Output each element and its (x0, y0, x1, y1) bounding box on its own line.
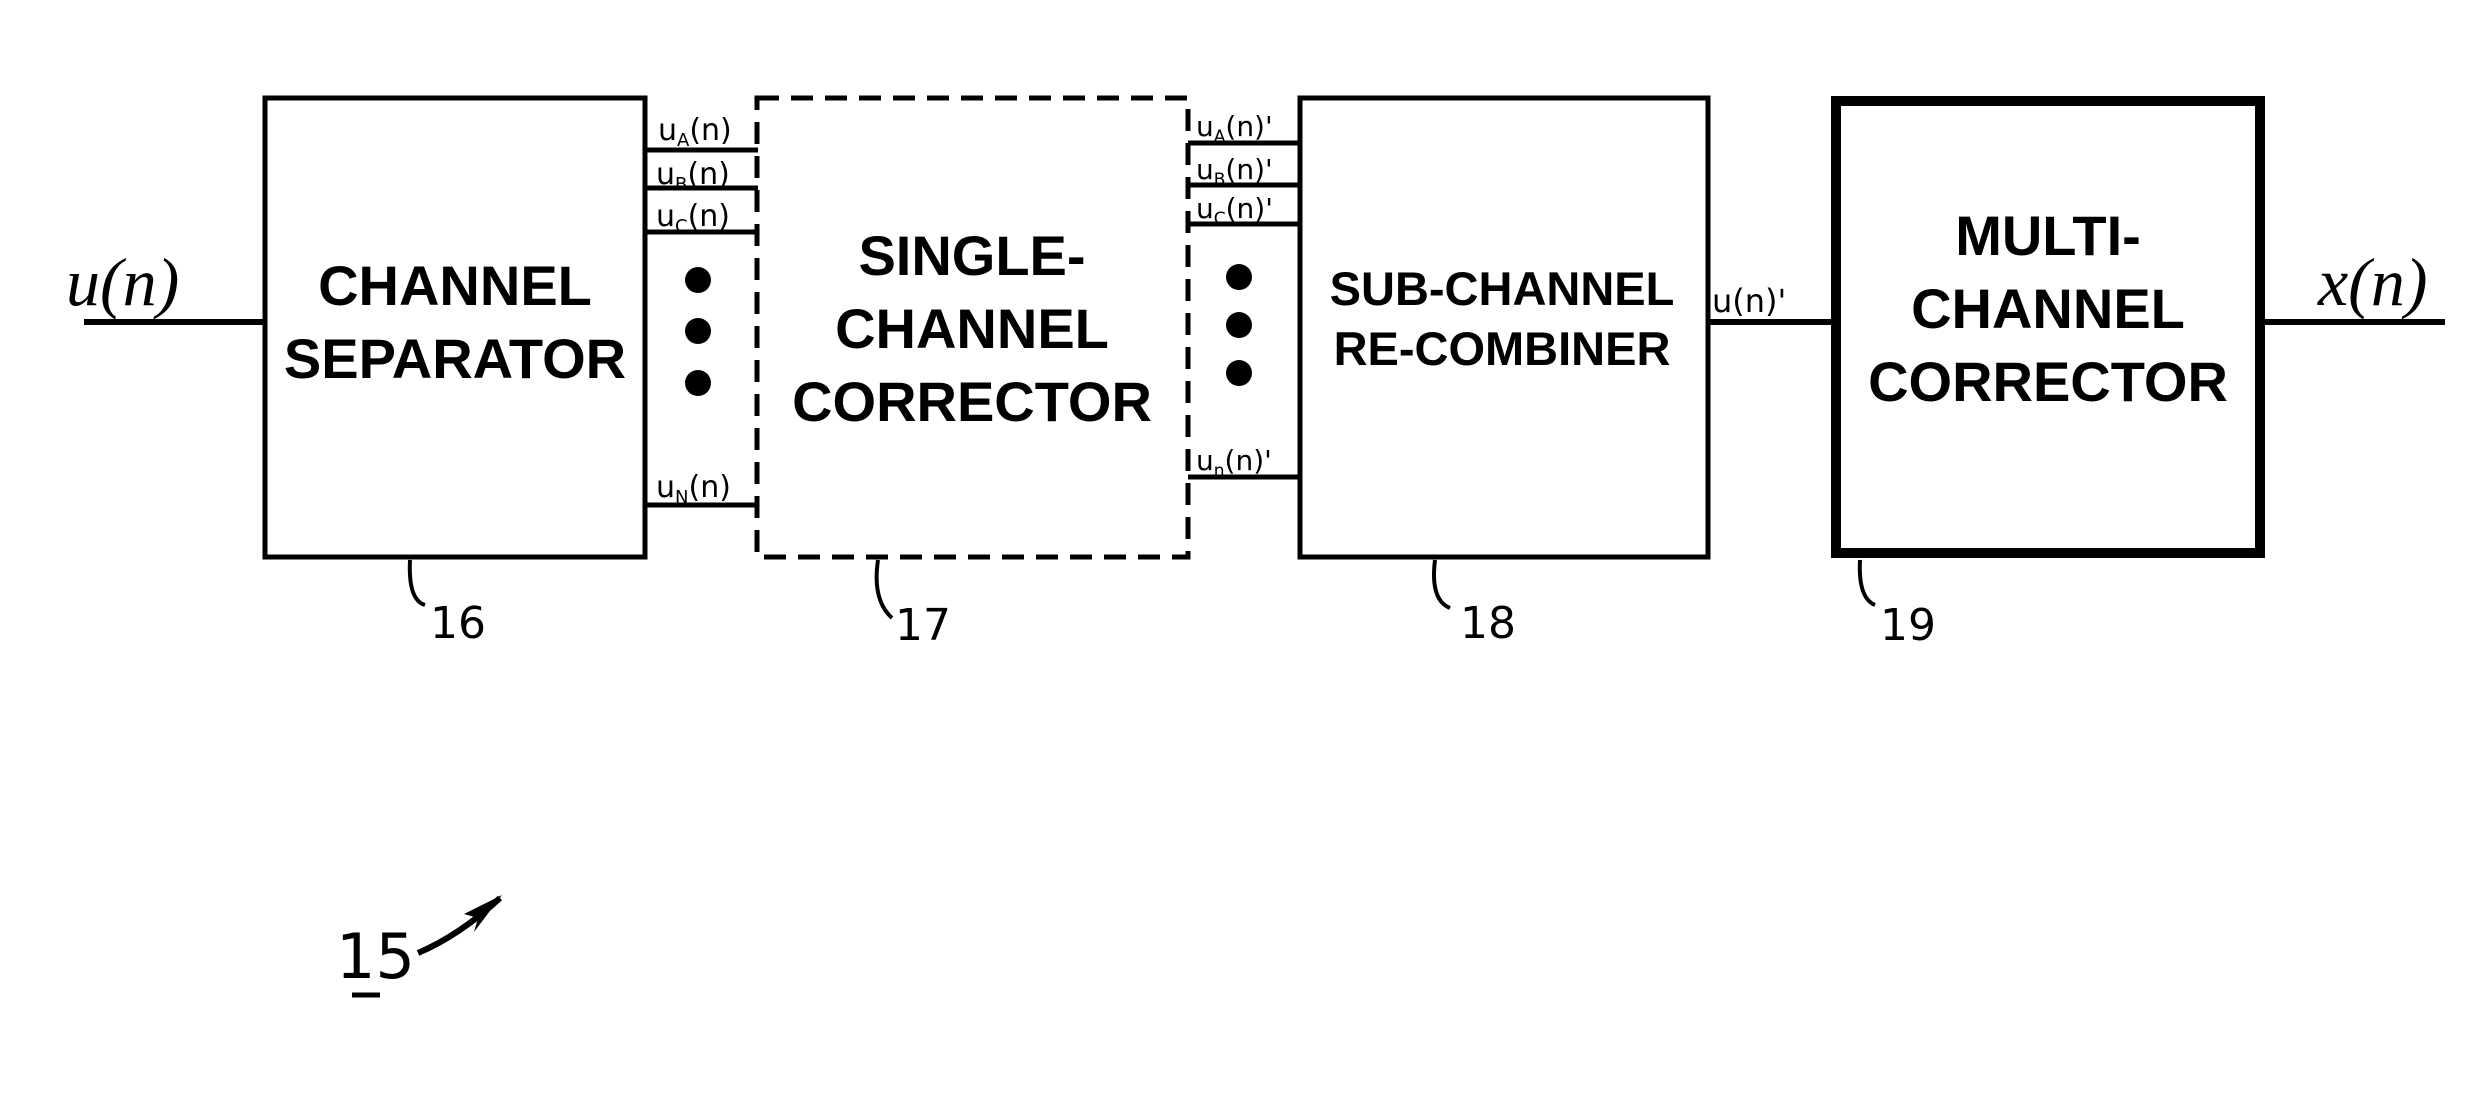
multi-channel-corrector-block: MULTI- CHANNEL CORRECTOR (1831, 96, 2265, 558)
ref-numeral-17: 17 (895, 600, 951, 651)
subchannel-label-n: uN(n) (656, 470, 731, 508)
subchannel-inputs: uA(n) uB(n) uC(n) uN(n) (645, 113, 758, 508)
multi-channel-corrector-line-2: CHANNEL (1911, 277, 2185, 340)
subchannel-outputs: uA(n)' uB(n)' uC(n)' un(n)' (1188, 110, 1300, 481)
subchannel-label-b: uB(n) (656, 157, 730, 195)
channel-separator-line-1: CHANNEL (318, 254, 592, 317)
channel-separator-block: CHANNEL SEPARATOR (262, 95, 648, 560)
ellipsis-dot (685, 370, 711, 396)
recombined-signal-label: u(n)' (1712, 282, 1786, 320)
input-signal-label: u(n) (66, 244, 179, 320)
ellipsis-dot (1226, 264, 1252, 290)
subchannel-out-label-b: uB(n)' (1196, 153, 1273, 190)
ellipsis-dot (685, 318, 711, 344)
subchannel-out-label-n: un(n)' (1196, 444, 1272, 481)
single-channel-corrector-block: SINGLE- CHANNEL CORRECTOR (754, 95, 1191, 560)
single-channel-corrector-line-3: CORRECTOR (792, 370, 1152, 433)
ref-numeral-18: 18 (1460, 598, 1516, 649)
recombiner-line-1: SUB-CHANNEL (1330, 262, 1675, 315)
multi-channel-corrector-line-3: CORRECTOR (1868, 350, 2228, 413)
ref-numeral-16: 16 (430, 598, 486, 649)
block-diagram: u(n) CHANNEL SEPARATOR 16 uA(n) uB(n) uC… (66, 95, 2445, 998)
ref-leader-17 (874, 559, 894, 620)
subchannel-label-a: uA(n) (658, 113, 732, 151)
ref-numeral-19: 19 (1880, 600, 1936, 651)
single-channel-corrector-line-2: CHANNEL (835, 297, 1109, 360)
figure-label: 15 (336, 920, 415, 993)
ellipsis-dot (1226, 312, 1252, 338)
recombiner-line-2: RE-COMBINER (1334, 322, 1671, 375)
sub-channel-recombiner-block: SUB-CHANNEL RE-COMBINER (1297, 95, 1711, 560)
subchannel-label-c: uC(n) (656, 199, 730, 237)
ref-leader-16 (407, 559, 426, 607)
subchannel-out-label-a: uA(n)' (1196, 110, 1273, 147)
ellipsis-dot (1226, 360, 1252, 386)
subchannel-out-label-c: uC(n)' (1196, 192, 1273, 229)
channel-separator-line-2: SEPARATOR (284, 327, 626, 390)
ellipsis-dot (685, 267, 711, 293)
single-channel-corrector-line-1: SINGLE- (858, 224, 1085, 287)
output-signal-label: x(n) (2317, 244, 2427, 320)
ref-leader-19 (1857, 559, 1876, 607)
ref-leader-18 (1432, 559, 1451, 610)
multi-channel-corrector-line-1: MULTI- (1955, 204, 2141, 267)
